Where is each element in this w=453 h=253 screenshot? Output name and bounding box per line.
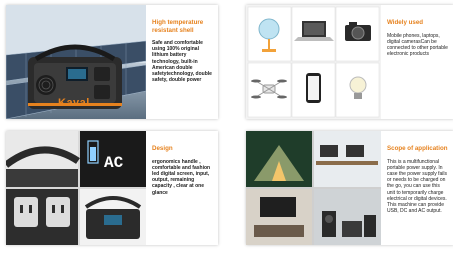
panel-title: Widely used xyxy=(387,19,424,26)
application-scenes-image xyxy=(246,131,381,245)
panel-title: Scope of application xyxy=(387,145,448,152)
panel-body: Safe and comfortable using 100% original… xyxy=(152,40,212,84)
panel-body: Mobile phones, laptops, digital camerasC… xyxy=(387,32,448,58)
design-closeup-image: AC xyxy=(6,131,146,245)
brand-logo: Kaval xyxy=(58,97,90,109)
panel-high-temperature-shell: Kaval High temperature resistant shell S… xyxy=(6,5,218,119)
panel-title: Design xyxy=(152,145,173,152)
panel-scope-of-application: Scope of application This is a multifunc… xyxy=(246,131,453,245)
panel-design: AC Design ergonomics handle , comfortabl… xyxy=(6,131,218,245)
devices-grid-image xyxy=(246,5,381,119)
display-readout: AC xyxy=(104,154,124,172)
power-station-solar-image: Kaval xyxy=(6,5,146,119)
panel-body: This is a multifunctional portable power… xyxy=(387,158,448,215)
panel-widely-used: Widely used Mobile phones, laptops, digi… xyxy=(246,5,453,119)
panel-body: ergonomics handle , comfortable and fash… xyxy=(152,158,211,196)
panel-title: High temperature resistant shell xyxy=(152,19,204,34)
phone-icon xyxy=(306,73,321,103)
